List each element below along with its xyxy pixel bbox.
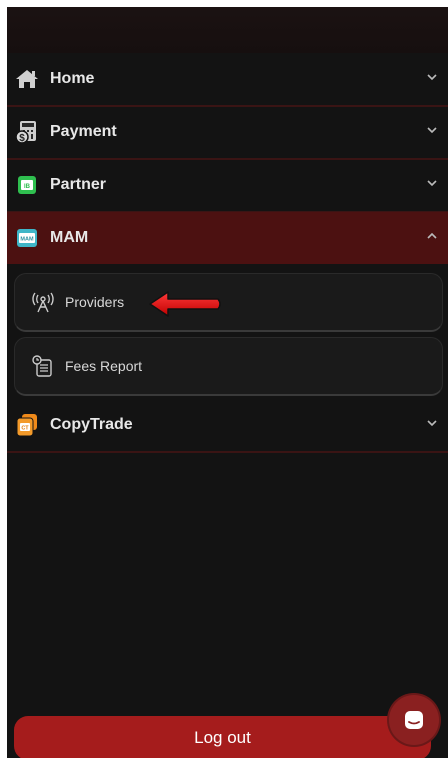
home-icon — [15, 67, 39, 91]
chat-icon — [405, 711, 423, 729]
submenu-item-label: Providers — [65, 294, 125, 310]
menu-item-label: Partner — [50, 176, 107, 193]
chevron-down-icon[interactable] — [426, 124, 438, 136]
menu-item-label: Payment — [50, 123, 117, 140]
chevron-down-icon[interactable] — [426, 417, 438, 429]
menu-item-home[interactable]: Home — [7, 53, 448, 107]
payment-icon: $ — [15, 120, 39, 144]
submenu-item-fees-report[interactable]: Fees Report — [14, 337, 443, 396]
chat-button[interactable] — [389, 695, 439, 745]
partner-icon: IB — [15, 173, 39, 197]
menu-item-payment[interactable]: $ Payment — [7, 106, 448, 160]
chevron-down-icon[interactable] — [426, 177, 438, 189]
mam-icon: MAM — [15, 226, 39, 250]
menu-item-label: MAM — [50, 229, 89, 246]
svg-text:MAM: MAM — [20, 237, 34, 243]
menu-item-mam[interactable]: MAM MAM — [7, 212, 448, 264]
annotation-arrow-icon — [149, 291, 221, 317]
broadcast-tower-icon — [32, 291, 54, 313]
logout-label: Log out — [194, 728, 251, 747]
copytrade-icon: CT — [15, 413, 39, 437]
svg-text:$: $ — [19, 133, 25, 144]
svg-text:CT: CT — [21, 426, 29, 432]
logout-button[interactable]: Log out — [14, 716, 431, 758]
svg-text:IB: IB — [24, 184, 31, 190]
menu-item-copytrade[interactable]: CT CopyTrade — [7, 399, 448, 453]
menu-item-partner[interactable]: IB Partner — [7, 159, 448, 213]
chevron-down-icon[interactable] — [426, 71, 438, 83]
submenu-item-label: Fees Report — [65, 358, 143, 374]
report-icon — [32, 355, 54, 377]
app-frame: Home $ Payment IB Partner MAM MAM Provid… — [7, 7, 448, 758]
menu-item-label: CopyTrade — [50, 416, 133, 433]
menu-item-label: Home — [50, 70, 95, 87]
chevron-up-icon[interactable] — [426, 230, 438, 242]
top-bar — [7, 7, 448, 53]
submenu-item-providers[interactable]: Providers — [14, 273, 443, 332]
